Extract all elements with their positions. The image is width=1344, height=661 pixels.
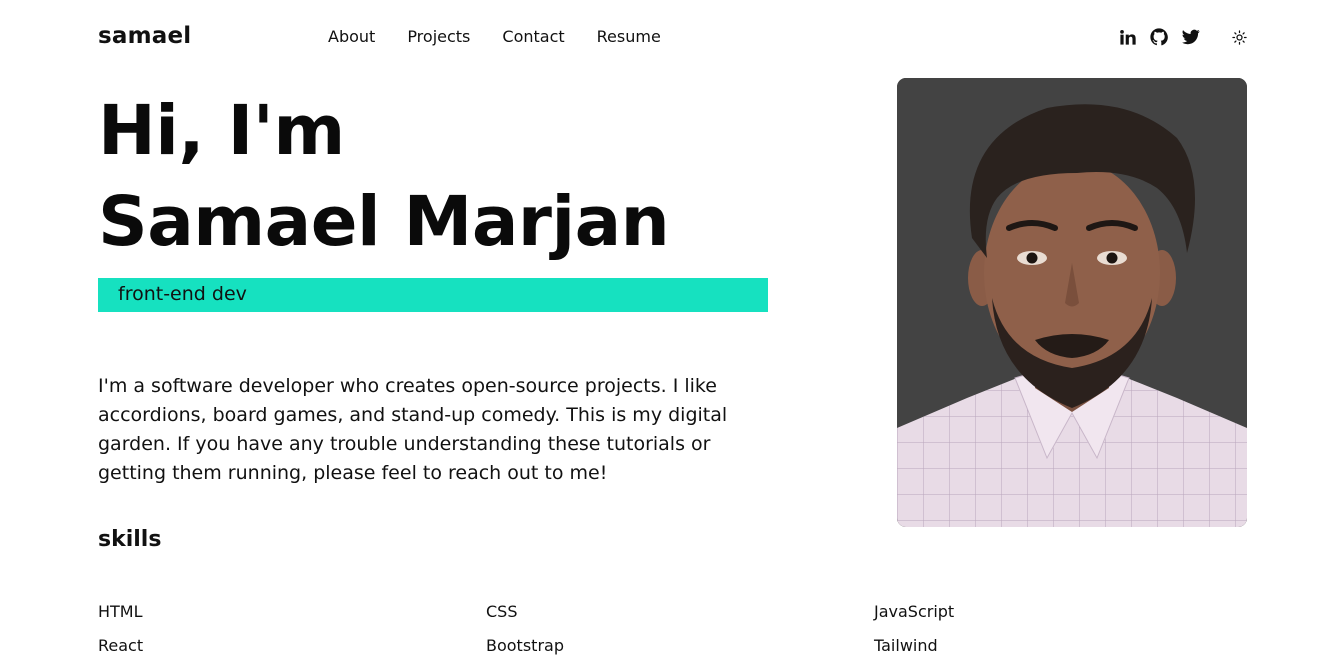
- tagline-banner: front-end dev: [98, 278, 768, 312]
- nav-link-projects[interactable]: Projects: [407, 27, 470, 46]
- nav-link-about[interactable]: About: [328, 27, 375, 46]
- skill-item: HTML: [98, 602, 143, 621]
- nav-link-contact[interactable]: Contact: [502, 27, 564, 46]
- bio-paragraph: I'm a software developer who creates ope…: [98, 375, 728, 484]
- site-logo[interactable]: samael: [98, 23, 191, 49]
- linkedin-icon[interactable]: [1116, 26, 1138, 48]
- skill-item: Tailwind: [874, 636, 938, 655]
- twitter-icon[interactable]: [1180, 26, 1202, 48]
- nav-link-resume[interactable]: Resume: [597, 27, 661, 46]
- hero-greeting: Hi, I'm: [98, 91, 345, 171]
- skill-item: CSS: [486, 602, 518, 621]
- profile-photo: [897, 78, 1247, 527]
- skill-item: React: [98, 636, 144, 655]
- skill-item: JavaScript: [874, 602, 955, 621]
- hero-name: Samael Marjan: [98, 182, 670, 262]
- tagline-text: front-end dev: [118, 283, 247, 305]
- skill-item: Bootstrap: [486, 636, 564, 655]
- hero-heading: Hi, I'm Samael Marjan: [98, 86, 670, 268]
- skills-heading: skills: [98, 527, 162, 552]
- site-header: samael About Projects Contact Resume: [0, 0, 1344, 76]
- github-icon[interactable]: [1148, 26, 1170, 48]
- main-nav: About Projects Contact Resume: [328, 27, 693, 46]
- sun-icon[interactable]: [1229, 27, 1249, 47]
- skills-list: HTML CSS JavaScript React Bootstrap Tail…: [98, 602, 1258, 655]
- social-links: [1116, 26, 1212, 48]
